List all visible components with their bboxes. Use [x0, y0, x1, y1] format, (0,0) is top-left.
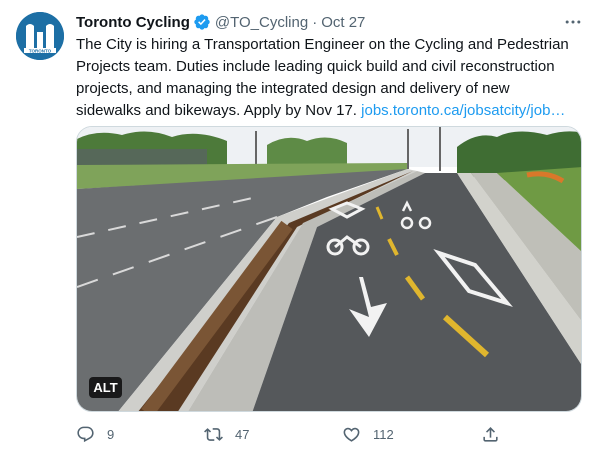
more-button[interactable]	[562, 12, 584, 32]
tweet-text: The City is hiring a Transportation Engi…	[76, 34, 576, 122]
reply-count: 9	[107, 426, 115, 442]
separator-dot: ·	[312, 13, 318, 31]
more-icon	[565, 20, 581, 24]
svg-text:TORONTO: TORONTO	[29, 48, 52, 53]
reply-button[interactable]: 9	[76, 423, 114, 445]
handle[interactable]: @TO_Cycling	[215, 14, 308, 31]
toronto-logo-icon: TORONTO	[16, 12, 64, 60]
tweet-photo[interactable]	[76, 126, 582, 412]
tweet-header: Toronto Cycling @TO_Cycling · Oct 27	[76, 12, 365, 32]
tweet-actions: 9 47 112	[76, 423, 582, 445]
tweet[interactable]: TORONTO Toronto Cycling @TO_Cycling · Oc…	[0, 0, 598, 455]
display-name[interactable]: Toronto Cycling	[76, 14, 190, 31]
heart-icon	[343, 427, 360, 442]
retweet-icon	[204, 427, 223, 441]
verified-badge-icon	[194, 14, 210, 30]
like-count: 112	[373, 426, 394, 442]
retweet-button[interactable]: 47	[204, 423, 249, 445]
timestamp[interactable]: Oct 27	[321, 14, 365, 31]
avatar[interactable]: TORONTO	[16, 12, 64, 60]
bike-lane-photo	[77, 127, 581, 411]
share-button[interactable]	[481, 423, 500, 445]
tweet-link[interactable]: jobs.toronto.ca/jobsatcity/job…	[361, 102, 565, 119]
retweet-count: 47	[235, 426, 250, 442]
alt-text-badge[interactable]: ALT	[89, 377, 122, 398]
reply-icon	[77, 426, 94, 442]
share-icon	[483, 426, 498, 442]
like-button[interactable]: 112	[342, 423, 394, 445]
